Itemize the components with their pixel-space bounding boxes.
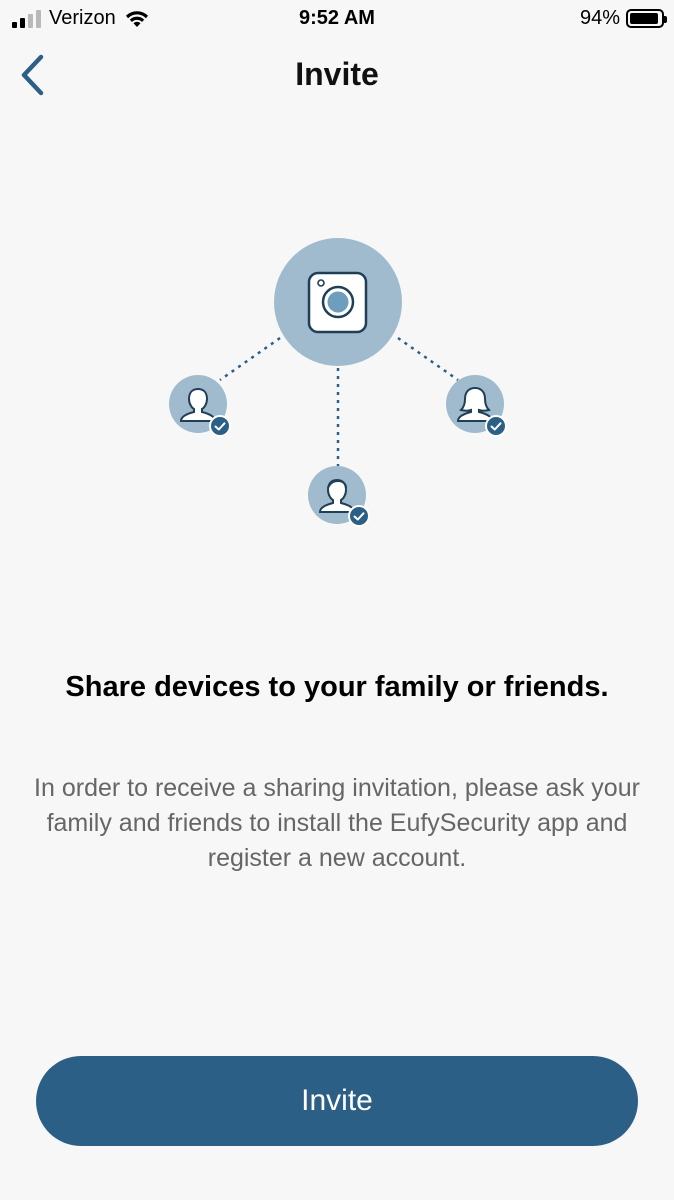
connector-line-right — [397, 336, 459, 382]
user-avatar-left-icon — [169, 375, 231, 437]
invite-button[interactable]: Invite — [36, 1056, 638, 1146]
camera-device-icon — [274, 238, 402, 366]
connector-line-left — [219, 336, 281, 382]
battery-percentage: 94% — [579, 7, 620, 29]
page-title: Invite — [295, 56, 379, 92]
user-avatar-bottom-icon — [308, 466, 370, 527]
battery-icon — [626, 9, 667, 28]
share-headline: Share devices to your family or friends. — [65, 671, 609, 703]
status-time: 9:52 AM — [299, 7, 375, 29]
battery-fill — [630, 13, 658, 24]
sharing-illustration — [169, 238, 507, 527]
navigation-bar: Invite — [0, 38, 674, 112]
share-description: In order to receive a sharing invitation… — [34, 774, 640, 872]
battery-tip — [664, 16, 667, 23]
user-avatar-right-icon — [446, 375, 507, 437]
status-right: 94% — [579, 7, 667, 30]
status-bar: Verizon 9:52 AM 94% — [0, 0, 674, 38]
invite-screen: Verizon 9:52 AM 94% Invite Share devices… — [0, 0, 674, 1200]
